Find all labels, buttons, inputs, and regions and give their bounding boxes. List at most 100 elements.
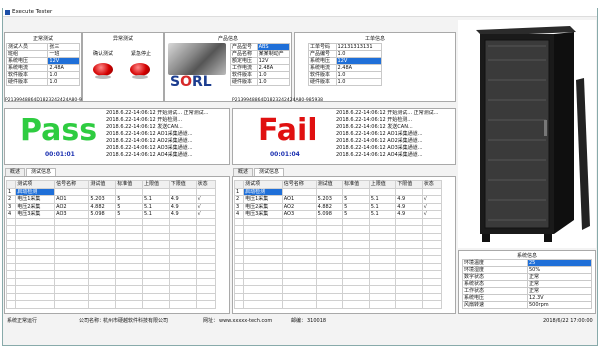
table-row[interactable]: 1 启动检测 — [233, 187, 443, 196]
kv-value[interactable]: 50% — [527, 266, 592, 274]
website-label: 网址： — [203, 318, 219, 324]
kv-value[interactable]: 12V — [335, 57, 383, 65]
log-line: 2018.6.22-14:06:12 AO4采集通道... — [106, 152, 193, 158]
kv-label: 硬件版本 — [230, 78, 258, 86]
table-cell: 5 — [115, 202, 143, 211]
kv-value[interactable]: 12131313131 — [335, 43, 383, 51]
kv-row: 班组 一班 — [5, 50, 80, 58]
table-cell: √ — [195, 195, 217, 204]
empty-row — [5, 240, 217, 249]
pass-status: Pass — [20, 113, 98, 148]
empty-row — [233, 247, 443, 256]
table-cell: 4.9 — [395, 210, 423, 219]
log-line: 2018.6.22-14:06:12 AO3采集通道... — [336, 145, 423, 151]
emergency-stop-button[interactable] — [130, 63, 150, 79]
cabinet-image-area — [458, 20, 596, 248]
table-cell: 1 — [5, 187, 17, 196]
table-cell: 3 — [5, 202, 17, 211]
table-cell: AO3 — [281, 210, 317, 219]
fail-status: Fail — [258, 113, 318, 148]
empty-row — [5, 285, 217, 294]
column-header: 上限值 — [141, 180, 170, 189]
table-row[interactable]: 1 启动检测 — [5, 187, 217, 196]
empty-row — [5, 232, 217, 241]
table-row[interactable]: 2 电压1采集 AO1 5.203 5 5.1 4.9 √ — [233, 195, 443, 204]
table-row[interactable]: 2 电压1采集 AO1 5.203 5 5.1 4.9 √ — [5, 195, 217, 204]
kv-value[interactable]: 12V — [47, 57, 80, 65]
kv-value[interactable]: 1.0 — [256, 71, 291, 79]
kv-value[interactable]: 正常 — [527, 273, 592, 281]
table-cell: AO1 — [281, 195, 317, 204]
column-header — [233, 180, 245, 189]
kv-value[interactable]: 某某制动产 — [256, 50, 291, 58]
empty-row — [233, 300, 443, 309]
app-icon — [5, 10, 10, 15]
column-header: 状态 — [421, 180, 443, 189]
kv-label: 产品名称 — [230, 50, 258, 58]
table-cell: 4 — [233, 210, 245, 219]
kv-value[interactable]: 25 — [527, 259, 592, 267]
table-cell — [54, 187, 90, 196]
kv-label: 系统电压 — [5, 57, 49, 65]
datetime: 2018/6/22 17:00:00 — [543, 318, 593, 324]
kv-row: 工单号码 12131313131 — [308, 43, 383, 51]
kv-value[interactable]: 正常 — [527, 280, 592, 288]
normal-test-title: 正常测试 — [32, 36, 53, 42]
table-row[interactable]: 3 电压2采集 AO2 4.882 5 5.1 4.9 √ — [233, 202, 443, 211]
kv-value[interactable]: 500rpm — [527, 301, 592, 309]
table-row[interactable]: 4 电压3采集 AO3 5.098 5 5.1 4.9 √ — [233, 210, 443, 219]
table-cell: 5.1 — [368, 202, 397, 211]
kv-value[interactable]: 2.48A — [256, 64, 291, 72]
kv-value[interactable]: 12.3V — [527, 294, 592, 302]
left-tabs: 概述 测试信息 — [5, 168, 57, 176]
tab-overview[interactable]: 概述 — [5, 168, 26, 176]
system-info-title: 系统信息 — [516, 253, 537, 259]
start-test-button[interactable] — [93, 63, 113, 79]
kv-row: 系统电流 2.48A — [308, 64, 383, 72]
tab-overview[interactable]: 概述 — [233, 168, 254, 176]
kv-row: 环境温度 25 — [462, 259, 592, 267]
kv-value[interactable]: 正常 — [527, 287, 592, 295]
kv-value[interactable]: 1.0 — [335, 50, 383, 58]
order-info-title: 工单信息 — [364, 36, 385, 42]
kv-row: 硬件版本 1.0 — [308, 78, 383, 86]
kv-value[interactable]: ABS — [256, 43, 291, 51]
column-header: 测试项 — [243, 180, 283, 189]
emergency-stop-label: 紧急停止 — [130, 51, 151, 57]
kv-row: 软件版本 1.0 — [5, 71, 80, 79]
kv-value[interactable]: 1.0 — [335, 78, 383, 86]
table-cell: √ — [421, 195, 443, 204]
website-link[interactable]: www.xxxxx-tech.com — [219, 316, 272, 326]
kv-label: 系统电压 — [308, 57, 337, 65]
empty-row — [5, 277, 217, 286]
tab-test-info[interactable]: 测试信息 — [254, 168, 285, 176]
kv-value[interactable]: 2.48A — [335, 64, 383, 72]
table-cell: 5.1 — [141, 210, 170, 219]
status-text: 系统正常运行 — [7, 318, 38, 324]
table-cell: 4.882 — [88, 202, 117, 211]
kv-value[interactable]: 1.0 — [47, 71, 80, 79]
kv-row: 风扇转速 500rpm — [462, 301, 592, 309]
kv-value[interactable]: 12V — [256, 57, 291, 65]
table-cell: √ — [195, 202, 217, 211]
kv-value[interactable]: 一班 — [47, 50, 80, 58]
kv-value[interactable]: 2.48A — [47, 64, 80, 72]
column-header: 信号名称 — [281, 180, 317, 189]
table-cell: 2 — [233, 195, 245, 204]
table-cell: 5 — [342, 202, 370, 211]
table-row[interactable]: 4 电压3采集 AO3 5.098 5 5.1 4.9 √ — [5, 210, 217, 219]
column-header: 下限值 — [395, 180, 423, 189]
tab-test-info[interactable]: 测试信息 — [26, 168, 57, 176]
kv-value[interactable]: 1.0 — [256, 78, 291, 86]
table-row[interactable]: 3 电压2采集 AO2 4.882 5 5.1 4.9 √ — [5, 202, 217, 211]
empty-row — [5, 255, 217, 264]
kv-value[interactable]: 1.0 — [47, 78, 80, 86]
kv-value[interactable]: 1.0 — [335, 71, 383, 79]
table-cell — [368, 187, 397, 196]
title-bar — [3, 8, 597, 17]
table-cell — [115, 187, 143, 196]
table-cell: 5 — [115, 195, 143, 204]
normal-test-table: 测试人员 张三 班组 一班 系统电压 12V 系统电流 2.48A 软件版本 1.0 硬件版本 1.0 — [5, 43, 80, 86]
kv-label: 数字状态 — [462, 273, 528, 281]
kv-value[interactable]: 张三 — [47, 43, 80, 51]
